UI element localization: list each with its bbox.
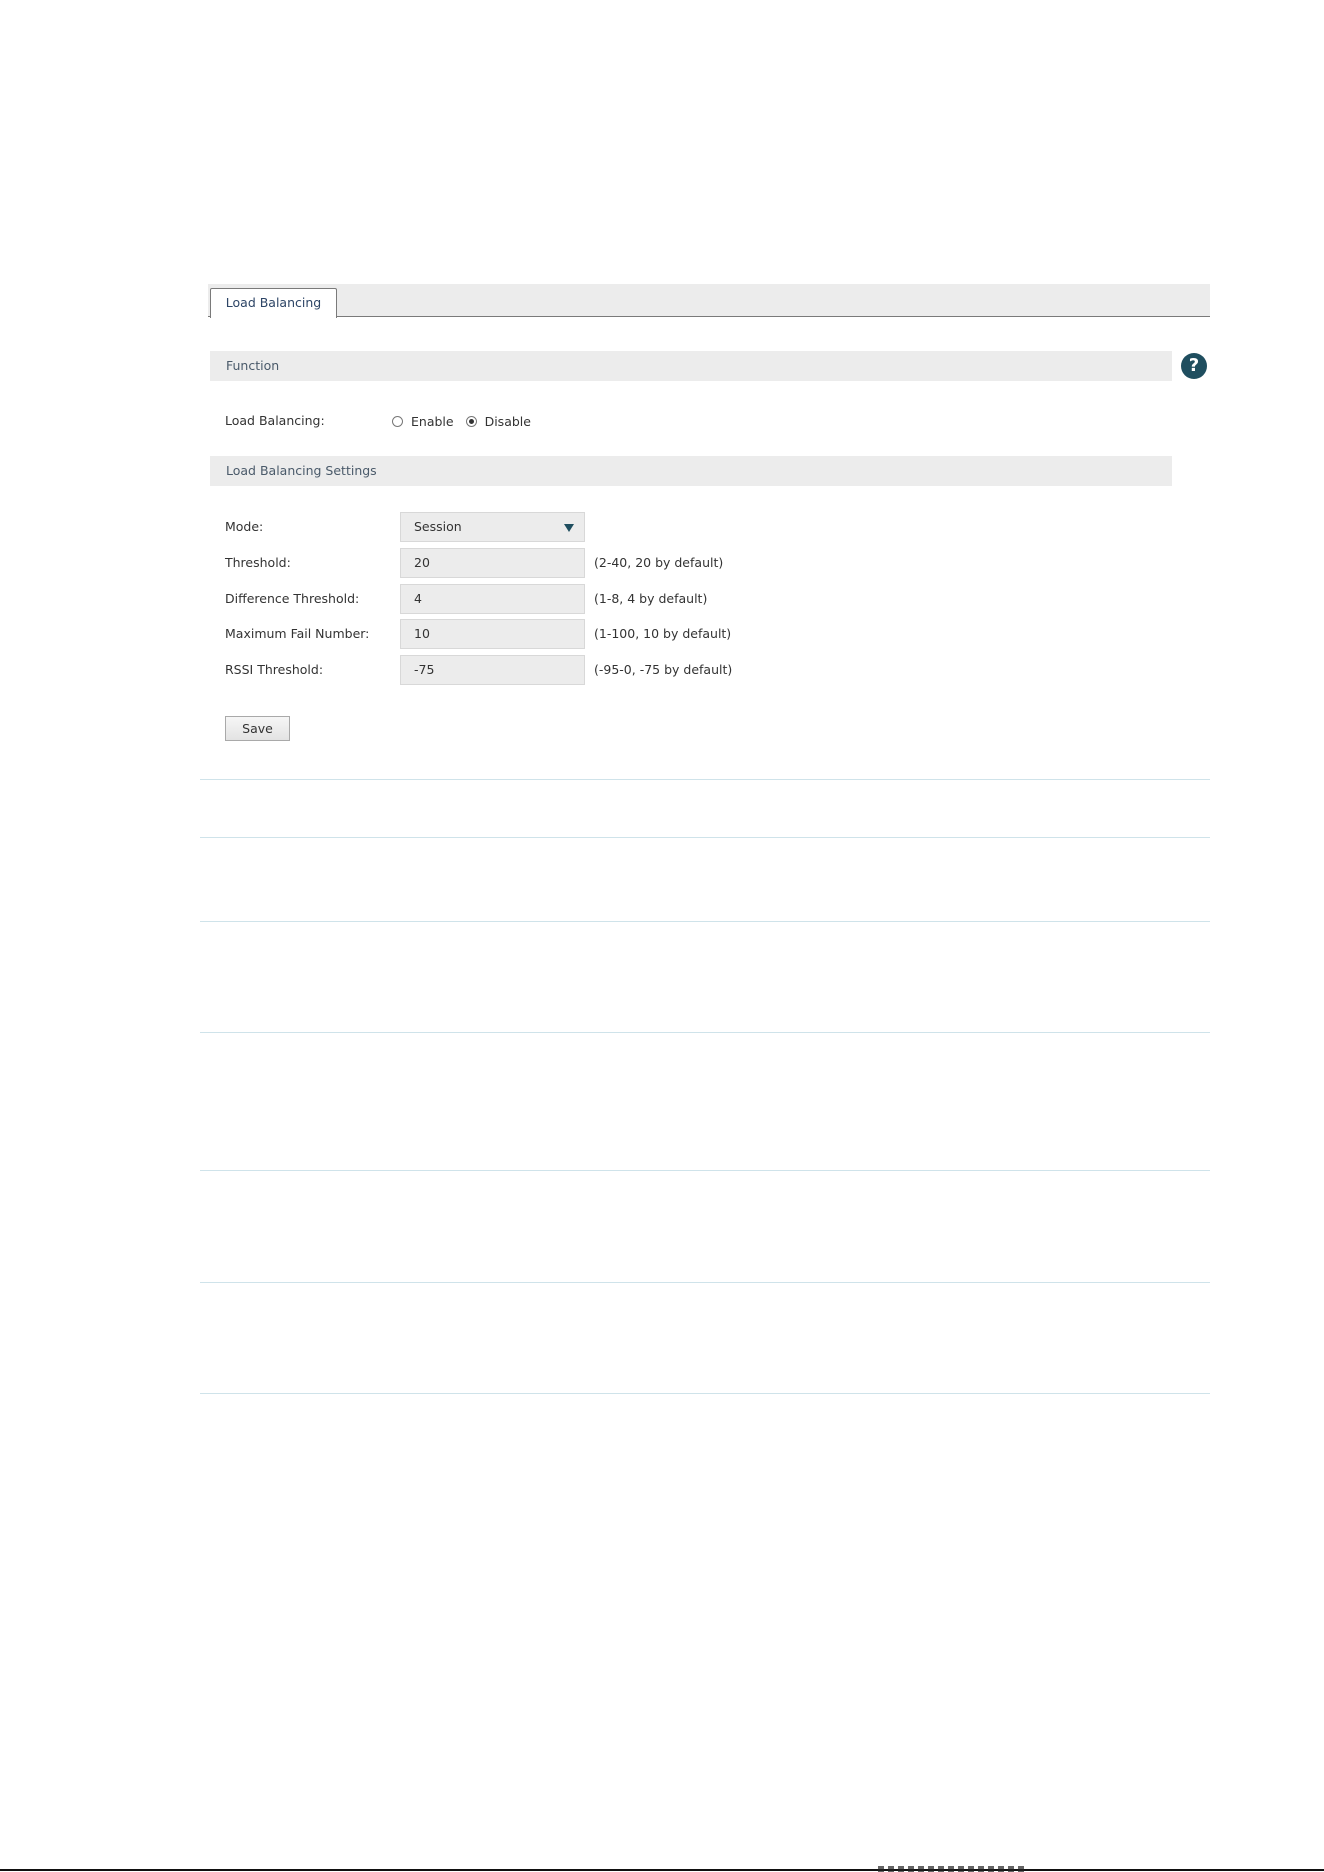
load-balancing-radio-group: Enable Disable	[392, 406, 543, 436]
divider	[200, 837, 1210, 838]
tab-load-balancing[interactable]: Load Balancing	[210, 288, 337, 318]
footer-rule	[0, 1869, 1324, 1871]
disable-radio[interactable]	[465, 415, 477, 427]
divider	[200, 779, 1210, 780]
max-fail-number-label: Maximum Fail Number:	[225, 626, 370, 641]
disable-radio-label: Disable	[484, 413, 531, 429]
mode-label: Mode:	[225, 519, 264, 534]
difference-threshold-hint: (1-8, 4 by default)	[594, 591, 708, 606]
footer-decoration	[878, 1866, 1028, 1872]
difference-threshold-input[interactable]: 4	[400, 584, 585, 614]
settings-section-title: Load Balancing Settings	[226, 463, 377, 478]
rssi-threshold-hint: (-95-0, -75 by default)	[594, 662, 733, 677]
enable-radio[interactable]	[392, 415, 403, 427]
rssi-threshold-label: RSSI Threshold:	[225, 662, 324, 677]
mode-select-value: Session	[414, 519, 462, 534]
enable-radio-option[interactable]: Enable	[392, 414, 454, 429]
function-section-title: Function	[226, 358, 280, 373]
divider	[200, 1393, 1210, 1394]
enable-radio-label: Enable	[411, 413, 454, 429]
threshold-input[interactable]: 20	[400, 548, 585, 578]
divider	[200, 1170, 1210, 1171]
chevron-down-icon	[564, 524, 574, 532]
load-balancing-label: Load Balancing:	[225, 413, 325, 428]
divider	[200, 1032, 1210, 1033]
max-fail-number-hint: (1-100, 10 by default)	[594, 626, 732, 641]
threshold-hint: (2-40, 20 by default)	[594, 555, 724, 570]
page: Load Balancing Function ? Load Balancing…	[0, 0, 1324, 1872]
function-section-header: Function	[210, 351, 1172, 381]
mode-select[interactable]: Session	[400, 512, 585, 542]
settings-section-header: Load Balancing Settings	[210, 456, 1172, 486]
disable-radio-option[interactable]: Disable	[465, 413, 531, 429]
save-button[interactable]: Save	[225, 716, 290, 741]
rssi-threshold-input[interactable]: -75	[400, 655, 585, 685]
tab-bar: Load Balancing	[208, 284, 1210, 318]
threshold-label: Threshold:	[225, 555, 291, 570]
max-fail-number-input[interactable]: 10	[400, 619, 585, 649]
divider	[200, 1282, 1210, 1283]
divider	[200, 921, 1210, 922]
help-icon[interactable]: ?	[1181, 353, 1207, 379]
difference-threshold-label: Difference Threshold:	[225, 591, 360, 606]
